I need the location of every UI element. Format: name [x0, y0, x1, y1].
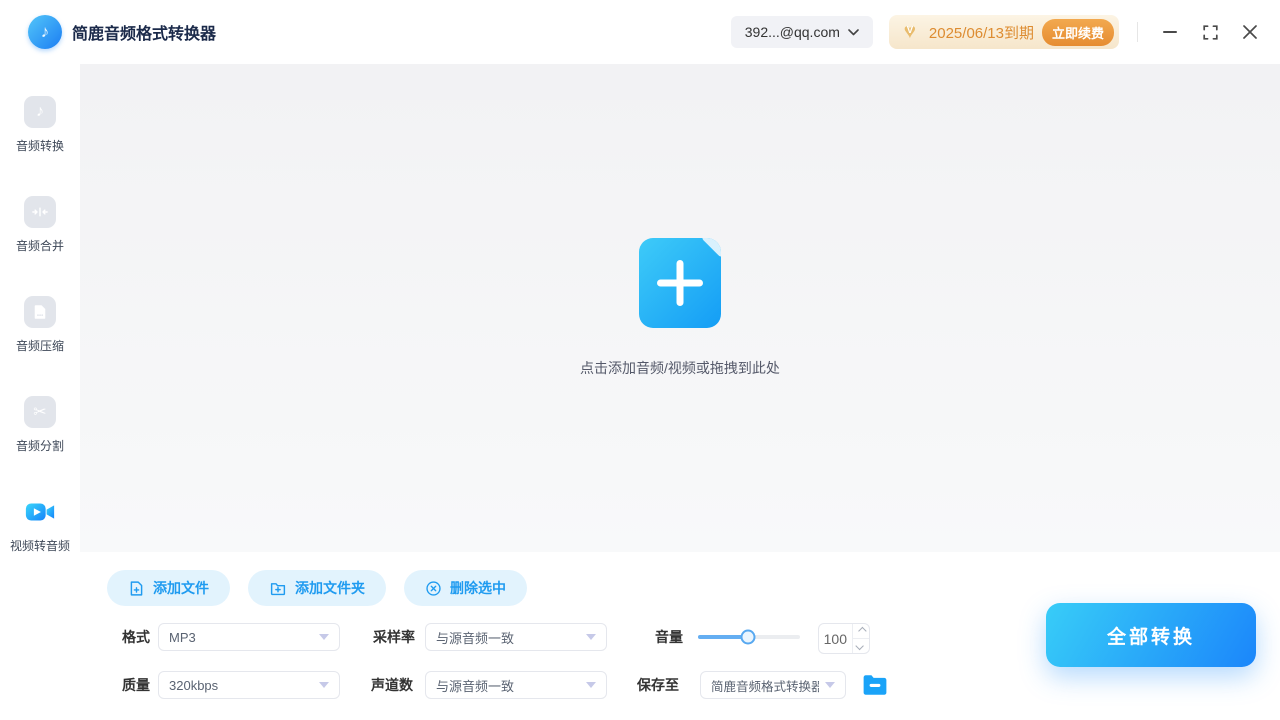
channels-select[interactable]: 与源音频一致	[425, 671, 607, 699]
add-file-button[interactable]: 添加文件	[107, 570, 230, 606]
file-plus-icon	[130, 580, 143, 596]
chevron-down-icon	[848, 28, 859, 35]
sidebar-item-audio-convert[interactable]: ♪ 音频转换	[0, 96, 80, 154]
volume-label: 音量	[655, 629, 683, 645]
dropdown-arrow-icon	[319, 634, 329, 640]
merge-icon	[24, 196, 56, 228]
sidebar-item-audio-compress[interactable]: 音频压缩	[0, 296, 80, 354]
video-camera-icon	[24, 496, 56, 528]
quality-select[interactable]: 320kbps	[158, 671, 340, 699]
add-folder-button[interactable]: 添加文件夹	[248, 570, 386, 606]
folder-plus-icon	[270, 582, 286, 595]
dropdown-arrow-icon	[319, 682, 329, 688]
titlebar-divider	[1137, 22, 1138, 42]
compress-file-icon	[24, 296, 56, 328]
dropdown-arrow-icon	[586, 682, 596, 688]
music-note-icon: ♪	[24, 96, 56, 128]
format-label: 格式	[122, 629, 150, 645]
circle-x-icon	[426, 580, 441, 596]
drop-zone-hint: 点击添加音频/视频或拖拽到此处	[580, 360, 780, 376]
add-file-plus-icon[interactable]	[639, 238, 721, 328]
scissors-icon: ✂	[24, 396, 56, 428]
renew-button[interactable]: 立即续费	[1041, 18, 1114, 46]
volume-input[interactable]: 100	[818, 623, 870, 654]
open-folder-button[interactable]	[862, 673, 888, 697]
vip-status: ♥ V 2025/06/13到期 立即续费	[888, 15, 1119, 49]
file-drop-zone[interactable]: 点击添加音频/视频或拖拽到此处	[80, 64, 1280, 552]
delete-selected-button[interactable]: 删除选中	[404, 570, 527, 606]
title-bar: ♪ 简鹿音频格式转换器 392...@qq.com ♥ V 2025/06/13…	[0, 0, 1280, 64]
sidebar-item-video-to-audio[interactable]: 视频转音频	[0, 496, 80, 554]
toolbar: 添加文件 添加文件夹 删除选中	[107, 570, 527, 606]
save-to-label: 保存至	[637, 677, 679, 693]
sample-rate-select[interactable]: 与源音频一致	[425, 623, 607, 651]
app-title: 简鹿音频格式转换器	[72, 26, 217, 43]
volume-step-up-button[interactable]	[853, 624, 869, 639]
dropdown-arrow-icon	[825, 682, 835, 688]
close-button[interactable]	[1230, 12, 1270, 52]
sidebar: ♪ 音频转换 音频合并 音频压缩 ✂ 音频分割 视频转音频	[0, 64, 80, 720]
account-email: 392...@qq.com	[744, 24, 840, 40]
volume-step-down-button[interactable]	[853, 639, 869, 653]
convert-all-button[interactable]: 全部转换	[1046, 603, 1256, 667]
quality-label: 质量	[122, 677, 150, 693]
vip-expiry-date: 2025/06/13到期	[928, 24, 1034, 42]
maximize-button[interactable]	[1190, 12, 1230, 52]
folder-icon	[863, 675, 887, 695]
save-to-select[interactable]: 简鹿音频格式转换器	[700, 671, 846, 699]
vip-heart-icon: ♥ V	[903, 20, 917, 43]
app-logo-icon: ♪	[28, 15, 62, 49]
volume-slider-thumb[interactable]	[740, 629, 756, 645]
account-dropdown[interactable]: 392...@qq.com	[730, 16, 873, 48]
minimize-button[interactable]	[1150, 12, 1190, 52]
volume-slider[interactable]	[698, 629, 800, 645]
dropdown-arrow-icon	[586, 634, 596, 640]
sample-rate-label: 采样率	[373, 629, 415, 645]
format-select[interactable]: MP3	[158, 623, 340, 651]
sidebar-item-audio-merge[interactable]: 音频合并	[0, 196, 80, 254]
channels-label: 声道数	[371, 677, 413, 693]
sidebar-item-audio-split[interactable]: ✂ 音频分割	[0, 396, 80, 454]
